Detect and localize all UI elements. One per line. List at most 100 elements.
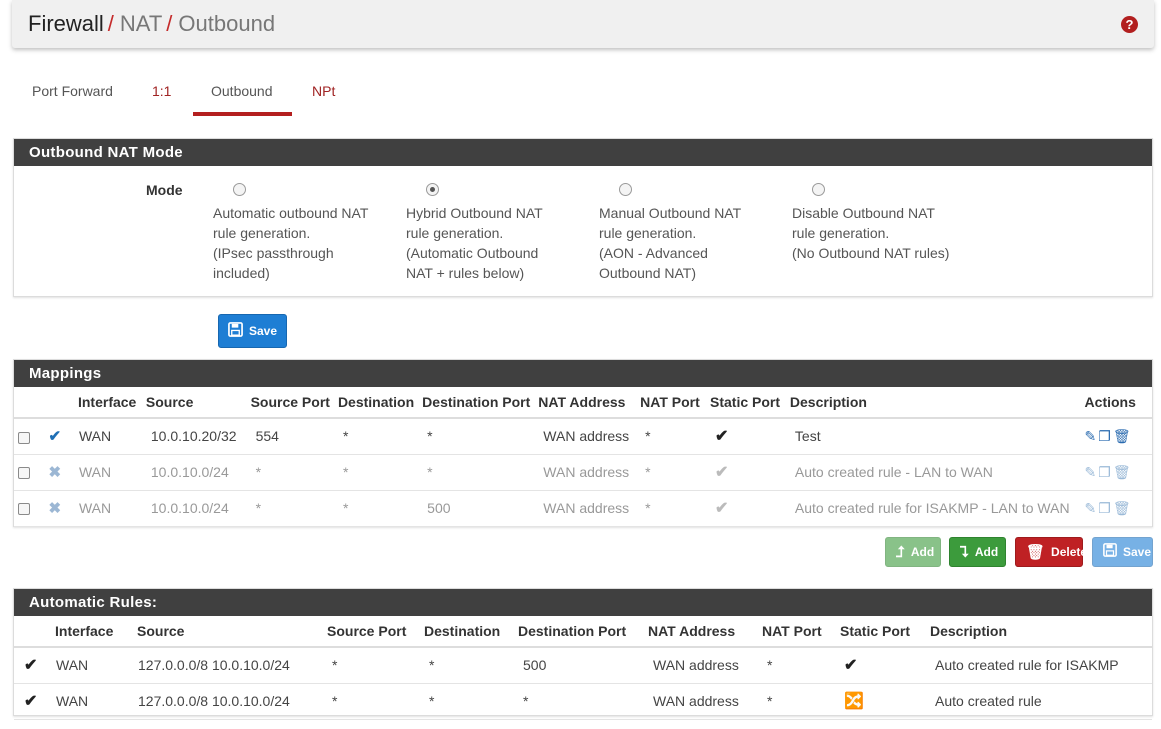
row-checkbox[interactable] bbox=[18, 467, 30, 480]
add-top-label: Add bbox=[910, 545, 935, 559]
mode-option-text: Hybrid Outbound NAT rule generation. (Au… bbox=[406, 205, 543, 281]
save-label: Save bbox=[249, 324, 278, 338]
cell-destination-port: 500 bbox=[514, 647, 644, 684]
radio-disable[interactable] bbox=[812, 183, 825, 196]
col-nat-address[interactable]: NAT Address bbox=[534, 387, 637, 419]
copy-icon[interactable]: ❐ bbox=[1098, 500, 1113, 516]
col-actions: Actions bbox=[1080, 387, 1152, 419]
trash-icon[interactable]: 🗑 bbox=[1113, 500, 1133, 516]
trash-icon[interactable]: 🗑 bbox=[1113, 464, 1133, 480]
cell-interface: WAN bbox=[73, 490, 142, 527]
col-interface[interactable]: Interface bbox=[73, 387, 142, 419]
mappings-table: Interface Source Source Port Destination… bbox=[14, 387, 1152, 527]
cell-description: Test bbox=[785, 418, 1081, 455]
col-source[interactable]: Source bbox=[141, 387, 247, 419]
mode-option-text: Automatic outbound NAT rule generation. … bbox=[213, 205, 369, 281]
cell-interface: WAN bbox=[51, 683, 133, 720]
tab-port-forward[interactable]: Port Forward bbox=[14, 72, 131, 116]
col-destination-port[interactable]: Destination Port bbox=[418, 387, 535, 419]
cell-source: 127.0.0.0/8 10.0.10.0/24 bbox=[133, 647, 323, 684]
col-nat-address: NAT Address bbox=[644, 616, 758, 648]
trash-icon: 🗑 bbox=[1026, 544, 1046, 561]
help-icon[interactable]: ? bbox=[1121, 16, 1138, 33]
col-source-port: Source Port bbox=[323, 616, 420, 648]
cell-interface: WAN bbox=[73, 454, 142, 491]
row-checkbox[interactable] bbox=[18, 503, 30, 516]
radio-automatic[interactable] bbox=[233, 183, 246, 196]
automatic-rules-panel: Automatic Rules: Interface Source Source… bbox=[13, 588, 1153, 720]
cell-nat-address: WAN address bbox=[534, 454, 637, 491]
disabled-x-icon[interactable]: ✖ bbox=[48, 464, 61, 481]
breadcrumb-firewall[interactable]: Firewall bbox=[28, 11, 104, 36]
cell-nat-port: * bbox=[636, 490, 707, 527]
cell-source-port: 554 bbox=[246, 418, 334, 455]
cell-nat-port: * bbox=[758, 647, 836, 684]
col-destination[interactable]: Destination bbox=[333, 387, 419, 419]
mode-option-text: Disable Outbound NAT rule generation. (N… bbox=[792, 205, 950, 261]
disabled-x-icon[interactable]: ✖ bbox=[48, 500, 61, 517]
col-nat-port: NAT Port bbox=[758, 616, 836, 648]
breadcrumb: Firewall / NAT / Outbound bbox=[28, 11, 275, 37]
cell-nat-port: * bbox=[636, 454, 707, 491]
breadcrumb-separator: / bbox=[166, 11, 173, 36]
cell-destination-port: * bbox=[418, 418, 535, 455]
cell-source: 10.0.10.0/24 bbox=[141, 490, 247, 527]
save-mode-button[interactable]: Save bbox=[218, 314, 288, 348]
col-nat-port[interactable]: NAT Port bbox=[636, 387, 707, 419]
save-icon bbox=[1103, 543, 1117, 561]
row-actions: ✎❐🗑 bbox=[1080, 490, 1152, 527]
panel-title: Outbound NAT Mode bbox=[14, 139, 1152, 166]
cell-source-port: * bbox=[323, 683, 420, 720]
table-row[interactable]: ✖ WAN 10.0.10.0/24 * * 500 WAN address *… bbox=[14, 490, 1152, 527]
enabled-check-icon[interactable]: ✔ bbox=[48, 428, 61, 445]
static-port-check-icon: ✔ bbox=[715, 500, 729, 517]
col-source-port[interactable]: Source Port bbox=[246, 387, 334, 419]
edit-icon[interactable]: ✎ bbox=[1085, 464, 1099, 480]
outbound-nat-mode-panel: Outbound NAT Mode Mode Automatic outboun… bbox=[13, 138, 1153, 297]
cell-destination: * bbox=[333, 490, 419, 527]
static-port-check-icon: ✔ bbox=[715, 428, 729, 446]
trash-icon[interactable]: 🗑 bbox=[1113, 428, 1133, 444]
tab-one-to-one[interactable]: 1:1 bbox=[134, 72, 189, 116]
add-top-button[interactable]: ⮥ Add bbox=[885, 537, 941, 567]
cell-source: 10.0.10.0/24 bbox=[141, 454, 247, 491]
cell-destination-port: * bbox=[514, 683, 644, 720]
copy-icon[interactable]: ❐ bbox=[1098, 464, 1113, 480]
enabled-check-icon: ✔ bbox=[24, 693, 38, 710]
save-mappings-button[interactable]: Save bbox=[1092, 537, 1153, 567]
col-source: Source bbox=[133, 616, 323, 648]
radio-hybrid[interactable] bbox=[426, 183, 439, 196]
cell-source-port: * bbox=[323, 647, 420, 684]
cell-nat-address: WAN address bbox=[644, 683, 758, 720]
breadcrumb-outbound[interactable]: Outbound bbox=[178, 11, 275, 36]
cell-destination: * bbox=[420, 647, 514, 684]
col-static-port[interactable]: Static Port bbox=[706, 387, 786, 419]
col-description[interactable]: Description bbox=[785, 387, 1081, 419]
mode-option-text: Manual Outbound NAT rule generation. (AO… bbox=[599, 205, 742, 281]
table-header: Interface Source Source Port Destination… bbox=[14, 387, 1152, 419]
cell-source: 127.0.0.0/8 10.0.10.0/24 bbox=[133, 683, 323, 720]
save-label: Save bbox=[1123, 545, 1152, 559]
col-destination-port: Destination Port bbox=[514, 616, 644, 648]
tab-npt[interactable]: NPt bbox=[294, 72, 353, 116]
edit-icon[interactable]: ✎ bbox=[1085, 500, 1099, 516]
row-checkbox[interactable] bbox=[18, 431, 30, 444]
col-static-port: Static Port bbox=[836, 616, 926, 648]
table-row[interactable]: ✔ WAN 10.0.10.20/32 554 * * WAN address … bbox=[14, 418, 1152, 455]
mappings-panel: Mappings Interface Source Source Port De… bbox=[13, 359, 1153, 527]
copy-icon[interactable]: ❐ bbox=[1098, 428, 1113, 444]
cell-nat-address: WAN address bbox=[534, 418, 637, 455]
tab-outbound[interactable]: Outbound bbox=[193, 72, 292, 116]
cell-source-port: * bbox=[246, 454, 334, 491]
add-bottom-button[interactable]: ⮧ Add bbox=[949, 537, 1006, 567]
table-row: ✔ WAN 127.0.0.0/8 10.0.10.0/24 * * * WAN… bbox=[14, 683, 1152, 720]
edit-icon[interactable]: ✎ bbox=[1085, 428, 1099, 444]
table-row[interactable]: ✖ WAN 10.0.10.0/24 * * * WAN address * ✔… bbox=[14, 454, 1152, 491]
col-destination: Destination bbox=[420, 616, 514, 648]
cell-destination: * bbox=[333, 454, 419, 491]
radio-manual[interactable] bbox=[619, 183, 632, 196]
breadcrumb-nat[interactable]: NAT bbox=[120, 11, 162, 36]
cell-description: Auto created rule bbox=[926, 683, 1152, 720]
delete-button[interactable]: 🗑 Delete bbox=[1015, 537, 1087, 567]
arrow-up-icon: ⮥ bbox=[896, 543, 905, 561]
